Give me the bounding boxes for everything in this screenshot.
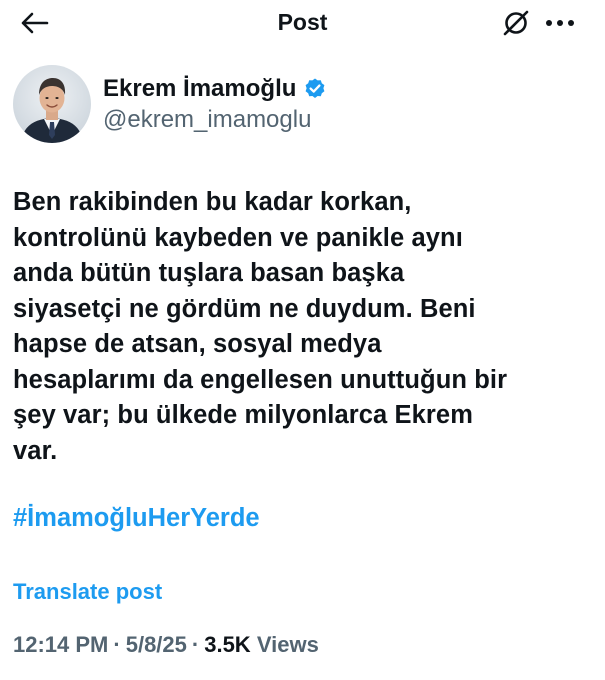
author-handle[interactable]: @ekrem_imamoglu xyxy=(103,106,311,134)
views-label: Views xyxy=(256,632,319,657)
post-meta: 12:14 PM · 5/8/25 · 3.5K Views xyxy=(13,630,319,660)
post-time[interactable]: 12:14 PM xyxy=(13,632,108,657)
views-count[interactable]: 3.5K xyxy=(204,632,250,657)
author-name[interactable]: Ekrem İmamoğlu xyxy=(103,75,296,103)
avatar[interactable] xyxy=(13,65,91,143)
meta-separator: · xyxy=(191,632,200,657)
back-button[interactable] xyxy=(18,8,52,38)
hashtag-link[interactable]: #İmamoğluHerYerde xyxy=(13,501,260,537)
arrow-left-icon xyxy=(21,12,49,34)
author-name-row: Ekrem İmamoğlu xyxy=(103,74,327,104)
more-horizontal-icon xyxy=(546,20,574,26)
post-date[interactable]: 5/8/25 xyxy=(126,632,187,657)
post-header: Post xyxy=(0,0,605,46)
meta-separator: · xyxy=(113,632,121,657)
grok-icon xyxy=(503,10,529,36)
verified-badge-icon xyxy=(306,78,325,98)
grok-button[interactable] xyxy=(500,7,532,39)
post-text: Ben rakibinden bu kadar korkan, kontrolü… xyxy=(13,188,508,465)
more-options-button[interactable] xyxy=(538,7,582,39)
translate-post-link[interactable]: Translate post xyxy=(13,577,162,607)
